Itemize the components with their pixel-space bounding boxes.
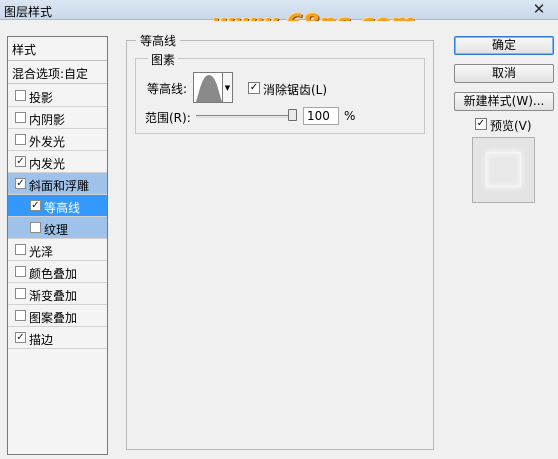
contour-label: 等高线: [147,82,188,96]
style-item-checkbox[interactable] [15,112,26,123]
close-icon[interactable]: ✕ [530,2,548,18]
style-item-checkbox[interactable] [15,90,26,101]
window-title: 图层样式 [4,5,53,19]
style-item-label: 内阴影 [29,113,66,127]
style-item-checkbox[interactable]: ✓ [15,332,26,343]
style-item-label: 描边 [29,333,54,347]
style-item[interactable]: ✓ 等高线 [8,195,107,217]
style-item-label: 纹理 [44,223,69,237]
contour-curve-icon [195,75,222,102]
style-item-label: 等高线 [44,201,81,215]
style-item-checkbox[interactable]: ✓ [15,178,26,189]
cancel-button[interactable]: 取消 [454,64,554,83]
contour-picker[interactable] [193,72,223,103]
style-item[interactable]: 纹理 [8,217,107,239]
contour-group-title: 等高线 [136,32,181,49]
style-item[interactable]: 渐变叠加 [8,283,107,305]
style-item[interactable]: ✓ 斜面和浮雕 [8,173,107,195]
style-item-label: 内发光 [29,157,66,171]
anti-alias-checkbox[interactable]: ✓ [248,82,260,94]
preview-swatch [486,152,521,187]
style-preview [472,137,535,203]
style-item-label: 投影 [29,91,54,105]
preview-checkbox[interactable]: ✓ [475,118,487,130]
style-item[interactable]: 图案叠加 [8,305,107,327]
style-item[interactable]: 外发光 [8,129,107,151]
style-item-checkbox[interactable] [15,288,26,299]
check-icon: ✓ [249,82,259,93]
style-item[interactable]: 光泽 [8,239,107,261]
style-item-checkbox[interactable] [15,266,26,277]
check-icon: ✓ [476,118,486,129]
style-item[interactable]: ✓ 内发光 [8,151,107,173]
range-input[interactable] [303,107,339,125]
style-item-label: 渐变叠加 [29,289,78,303]
style-item-checkbox[interactable]: ✓ [30,200,41,211]
preview-label: 预览(V) [490,119,532,133]
range-label: 范围(R): [145,111,191,125]
style-item-label: 光泽 [29,245,54,259]
style-item-checkbox[interactable] [15,310,26,321]
style-item[interactable]: 内阴影 [8,107,107,129]
style-item-checkbox[interactable] [30,222,41,233]
title-bar: 图层样式 www.68ps.com ✕ [0,0,558,37]
blend-options-item[interactable]: 混合选项:自定 [8,61,107,84]
style-item[interactable]: 颜色叠加 [8,261,107,283]
style-item-label: 斜面和浮雕 [29,179,90,193]
style-item-checkbox[interactable] [15,134,26,145]
new-style-button[interactable]: 新建样式(W)... [454,92,554,111]
style-item-label: 图案叠加 [29,311,78,325]
style-list-header[interactable]: 样式 [8,37,107,61]
range-slider-track[interactable] [196,115,296,118]
anti-alias-label: 消除锯齿(L) [263,83,328,97]
range-unit: % [344,109,356,123]
range-slider-handle[interactable] [288,109,297,121]
style-item-checkbox[interactable]: ✓ [15,156,26,167]
style-list: 样式 混合选项:自定 投影 内阴影 外发光 ✓ 内发光 ✓ 斜面和浮雕 ✓ 等高线 纹理 光泽 颜色叠… [7,36,108,455]
style-item[interactable]: 投影 [8,85,107,107]
chevron-down-icon[interactable]: ▼ [223,72,233,103]
style-item-label: 外发光 [29,135,66,149]
elements-group-title: 图素 [148,51,179,68]
style-item-checkbox[interactable] [15,244,26,255]
style-item[interactable]: ✓ 描边 [8,327,107,349]
style-item-label: 颜色叠加 [29,267,78,281]
ok-button[interactable]: 确定 [454,36,554,55]
